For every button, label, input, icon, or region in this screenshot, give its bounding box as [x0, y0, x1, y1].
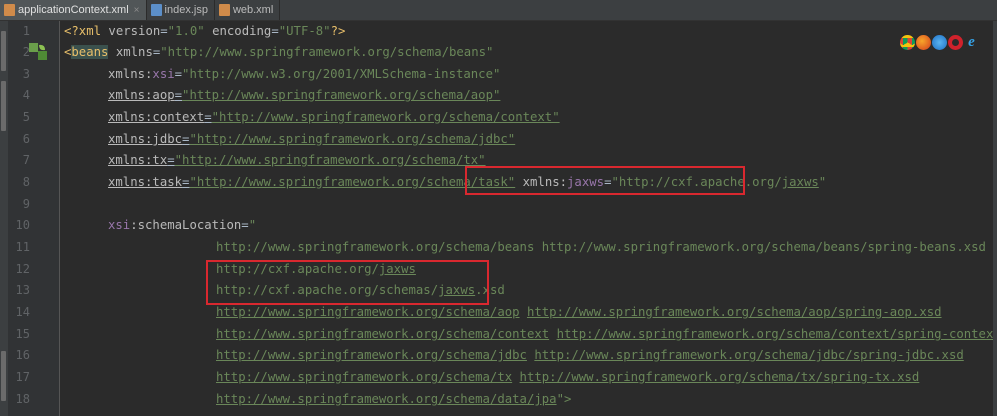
editor-scrollbar[interactable] — [993, 21, 997, 416]
tab-index-jsp[interactable]: index.jsp — [146, 0, 215, 20]
project-tool-button[interactable] — [1, 31, 6, 71]
editor-tab-bar: applicationContext.xml × index.jsp web.x… — [0, 0, 997, 21]
code-line-15: http://www.springframework.org/schema/co… — [216, 327, 997, 341]
code-line-16: http://www.springframework.org/schema/jd… — [216, 348, 964, 362]
ie-icon[interactable]: e — [964, 35, 979, 50]
line-number: 2 — [22, 45, 30, 59]
code-line-7: xmlns:tx="http://www.springframework.org… — [108, 153, 486, 167]
highlight-box-jaxws-schema — [206, 260, 489, 305]
opera-icon[interactable] — [948, 35, 963, 50]
line-number: 15 — [15, 327, 30, 341]
line-number: 7 — [22, 153, 30, 167]
spring-bean-icon[interactable] — [28, 42, 48, 62]
tab-label: web.xml — [232, 4, 274, 16]
line-number: 1 — [22, 24, 30, 38]
tab-label: applicationContext.xml — [18, 4, 129, 16]
line-number: 11 — [15, 240, 30, 254]
code-line-2: <beans xmlns="http://www.springframework… — [64, 45, 494, 59]
line-number: 16 — [15, 348, 30, 362]
line-number: 6 — [22, 132, 30, 146]
xml-file-icon — [4, 4, 15, 16]
code-editor[interactable]: <?xml version="1.0" encoding="UTF-8"?> <… — [60, 21, 997, 416]
structure-tool-button[interactable] — [1, 81, 6, 131]
line-number: 12 — [15, 262, 30, 276]
line-number: 13 — [15, 283, 30, 297]
line-number-gutter: 1 2 3 4 5 6 7 8 9 10 11 12 13 14 15 16 1… — [8, 21, 67, 416]
firefox-icon[interactable] — [916, 35, 931, 50]
line-number: 5 — [22, 110, 30, 124]
code-line-3: xmlns:xsi="http://www.w3.org/2001/XMLSch… — [108, 67, 501, 81]
line-number: 18 — [15, 392, 30, 406]
jsp-file-icon — [150, 4, 162, 16]
code-line-4: xmlns:aop="http://www.springframework.or… — [108, 88, 501, 102]
code-line-5: xmlns:context="http://www.springframewor… — [108, 110, 560, 124]
tab-application-context-xml[interactable]: applicationContext.xml × — [0, 0, 147, 20]
xml-file-icon — [218, 4, 230, 16]
safari-icon[interactable] — [932, 35, 947, 50]
code-line-18: http://www.springframework.org/schema/da… — [216, 392, 572, 406]
code-line-6: xmlns:jdbc="http://www.springframework.o… — [108, 132, 516, 146]
line-number: 17 — [15, 370, 30, 384]
code-line-11: http://www.springframework.org/schema/be… — [216, 240, 986, 254]
code-line-1: <?xml version="1.0" encoding="UTF-8"?> — [64, 24, 346, 38]
tab-web-xml[interactable]: web.xml — [214, 0, 281, 20]
close-icon[interactable]: × — [134, 5, 140, 16]
code-line-17: http://www.springframework.org/schema/tx… — [216, 370, 920, 384]
favorites-tool-button[interactable] — [1, 351, 6, 401]
highlight-box-jaxws-namespace — [465, 166, 745, 195]
code-line-14: http://www.springframework.org/schema/ao… — [216, 305, 942, 319]
line-number: 4 — [22, 88, 30, 102]
tab-label: index.jsp — [164, 4, 208, 16]
line-number: 3 — [22, 67, 30, 81]
chrome-icon[interactable] — [900, 35, 915, 50]
browser-preview-bar: e — [900, 35, 979, 51]
line-number: 10 — [15, 218, 30, 232]
line-number: 9 — [22, 197, 30, 211]
code-line-10: xsi:schemaLocation=" — [108, 218, 257, 232]
line-number: 8 — [22, 175, 30, 189]
line-number: 14 — [15, 305, 30, 319]
